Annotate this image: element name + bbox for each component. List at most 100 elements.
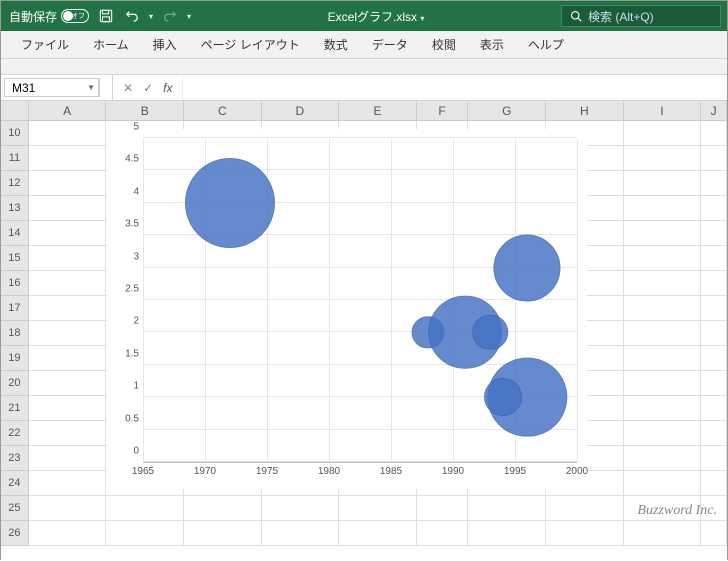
cell[interactable] bbox=[417, 496, 469, 521]
save-icon[interactable] bbox=[97, 7, 115, 25]
row-header[interactable]: 21 bbox=[1, 396, 29, 421]
tab-help[interactable]: ヘルプ bbox=[516, 31, 576, 58]
undo-icon[interactable] bbox=[123, 7, 141, 25]
search-box[interactable]: 検索 (Alt+Q) bbox=[561, 5, 721, 27]
chevron-down-icon[interactable]: ▼ bbox=[87, 83, 95, 92]
tab-file[interactable]: ファイル bbox=[9, 31, 81, 58]
cancel-icon[interactable]: ✕ bbox=[123, 81, 133, 95]
cell[interactable] bbox=[29, 371, 107, 396]
cell[interactable] bbox=[339, 496, 417, 521]
cell[interactable] bbox=[701, 471, 727, 496]
row-header[interactable]: 23 bbox=[1, 446, 29, 471]
cell[interactable] bbox=[624, 121, 702, 146]
column-header[interactable]: F bbox=[417, 101, 469, 120]
cell[interactable] bbox=[546, 521, 624, 546]
row-header[interactable]: 14 bbox=[1, 221, 29, 246]
tab-formulas[interactable]: 数式 bbox=[312, 31, 360, 58]
row-header[interactable]: 13 bbox=[1, 196, 29, 221]
enter-icon[interactable]: ✓ bbox=[143, 81, 153, 95]
row-header[interactable]: 15 bbox=[1, 246, 29, 271]
cell[interactable] bbox=[624, 521, 702, 546]
bubble-point[interactable] bbox=[472, 315, 507, 350]
tab-home[interactable]: ホーム bbox=[81, 31, 141, 58]
name-box[interactable]: M31 ▼ bbox=[4, 78, 100, 97]
row-header[interactable]: 16 bbox=[1, 271, 29, 296]
cell[interactable] bbox=[29, 121, 107, 146]
cell[interactable] bbox=[624, 221, 702, 246]
cell[interactable] bbox=[468, 521, 546, 546]
cell[interactable] bbox=[262, 521, 340, 546]
column-header[interactable]: D bbox=[262, 101, 340, 120]
cell[interactable] bbox=[624, 171, 702, 196]
cell[interactable] bbox=[624, 446, 702, 471]
cell[interactable] bbox=[624, 421, 702, 446]
title-dropdown-icon[interactable]: ▾ bbox=[420, 14, 424, 23]
fx-icon[interactable]: fx bbox=[163, 81, 172, 95]
cell[interactable] bbox=[701, 371, 727, 396]
cell[interactable] bbox=[29, 521, 107, 546]
cell[interactable] bbox=[468, 496, 546, 521]
tab-pagelayout[interactable]: ページ レイアウト bbox=[189, 31, 312, 58]
cell[interactable] bbox=[29, 271, 107, 296]
cell[interactable] bbox=[29, 446, 107, 471]
row-header[interactable]: 11 bbox=[1, 146, 29, 171]
cell[interactable] bbox=[624, 246, 702, 271]
cell[interactable] bbox=[624, 271, 702, 296]
bubble-point[interactable] bbox=[185, 158, 275, 248]
tab-review[interactable]: 校閲 bbox=[420, 31, 468, 58]
cell[interactable] bbox=[624, 321, 702, 346]
cell[interactable] bbox=[417, 521, 469, 546]
column-header[interactable]: C bbox=[184, 101, 262, 120]
cell[interactable] bbox=[701, 121, 727, 146]
cell[interactable] bbox=[29, 296, 107, 321]
cell[interactable] bbox=[701, 421, 727, 446]
tab-view[interactable]: 表示 bbox=[468, 31, 516, 58]
column-header[interactable]: J bbox=[701, 101, 727, 120]
cell[interactable] bbox=[29, 321, 107, 346]
undo-dropdown-icon[interactable]: ▾ bbox=[149, 12, 153, 21]
cell[interactable] bbox=[624, 471, 702, 496]
tab-insert[interactable]: 挿入 bbox=[141, 31, 189, 58]
cell[interactable] bbox=[106, 521, 184, 546]
cell[interactable] bbox=[184, 521, 262, 546]
select-all-corner[interactable] bbox=[1, 101, 29, 120]
column-header[interactable]: G bbox=[468, 101, 546, 120]
column-header[interactable]: B bbox=[106, 101, 184, 120]
column-header[interactable]: H bbox=[546, 101, 624, 120]
cell[interactable] bbox=[262, 496, 340, 521]
row-header[interactable]: 25 bbox=[1, 496, 29, 521]
cell[interactable] bbox=[701, 446, 727, 471]
cell[interactable] bbox=[624, 371, 702, 396]
cell[interactable] bbox=[624, 146, 702, 171]
row-header[interactable]: 19 bbox=[1, 346, 29, 371]
tab-data[interactable]: データ bbox=[360, 31, 420, 58]
cell[interactable] bbox=[701, 271, 727, 296]
cell[interactable] bbox=[701, 221, 727, 246]
row-header[interactable]: 22 bbox=[1, 421, 29, 446]
autosave-toggle[interactable]: 自動保存 オフ bbox=[9, 8, 89, 25]
row-header[interactable]: 24 bbox=[1, 471, 29, 496]
cell[interactable] bbox=[29, 171, 107, 196]
bubble-point[interactable] bbox=[494, 234, 561, 301]
cell[interactable] bbox=[29, 496, 107, 521]
row-header[interactable]: 20 bbox=[1, 371, 29, 396]
cell[interactable] bbox=[701, 321, 727, 346]
row-header[interactable]: 10 bbox=[1, 121, 29, 146]
cell[interactable] bbox=[624, 396, 702, 421]
cell[interactable] bbox=[701, 296, 727, 321]
cell[interactable] bbox=[624, 346, 702, 371]
cell[interactable] bbox=[29, 421, 107, 446]
cell[interactable] bbox=[29, 221, 107, 246]
cell[interactable] bbox=[339, 521, 417, 546]
column-header[interactable]: A bbox=[29, 101, 107, 120]
row-header[interactable]: 26 bbox=[1, 521, 29, 546]
cell[interactable] bbox=[29, 471, 107, 496]
bubble-point[interactable] bbox=[484, 378, 522, 416]
row-header[interactable]: 12 bbox=[1, 171, 29, 196]
cell[interactable] bbox=[701, 396, 727, 421]
cell[interactable] bbox=[624, 196, 702, 221]
cell[interactable] bbox=[701, 171, 727, 196]
cell[interactable] bbox=[29, 346, 107, 371]
column-header[interactable]: I bbox=[624, 101, 702, 120]
cell[interactable] bbox=[546, 496, 624, 521]
